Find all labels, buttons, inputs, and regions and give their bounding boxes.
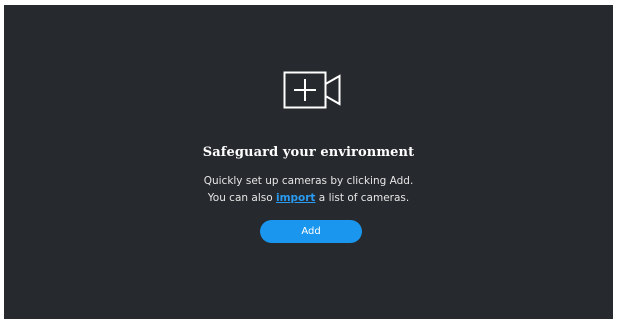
import-hint-suffix: a list of cameras. xyxy=(315,192,410,204)
add-button[interactable]: Add xyxy=(260,220,362,243)
empty-state-description: Quickly set up cameras by clicking Add. xyxy=(203,175,414,187)
import-hint-prefix: You can also xyxy=(207,192,276,204)
empty-state-panel: Safeguard your environment Quickly set u… xyxy=(4,5,613,319)
import-link[interactable]: import xyxy=(276,192,315,204)
video-camera-plus-icon xyxy=(283,71,341,109)
empty-state-title: Safeguard your environment xyxy=(202,145,415,160)
import-hint: You can also import a list of cameras. xyxy=(4,192,613,204)
